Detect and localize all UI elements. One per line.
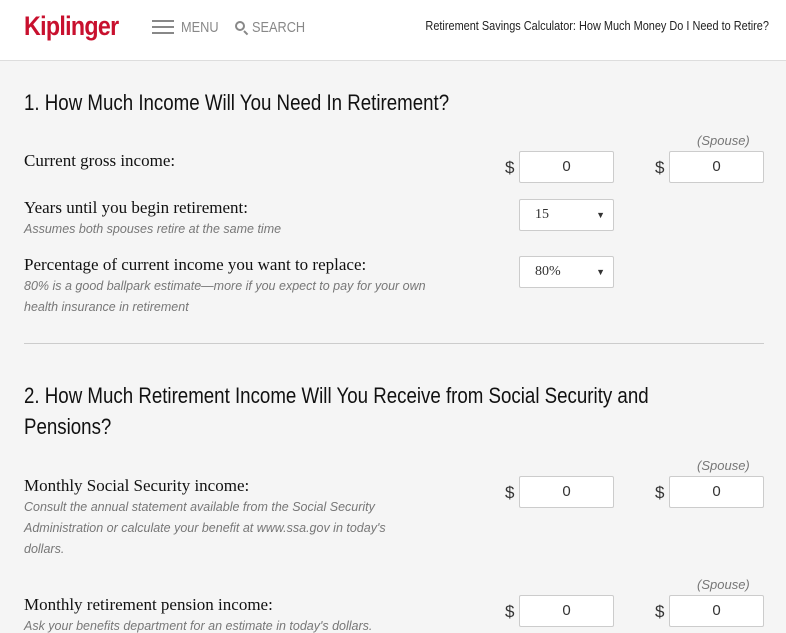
page-heading: Retirement Savings Calculator: How Much … — [425, 18, 769, 33]
pension-hint: Ask your benefits department for an esti… — [24, 619, 373, 633]
site-header: Kiplinger MENU SEARCH Retirement Savings… — [0, 0, 786, 61]
section-1-title: 1. How Much Income Will You Need In Reti… — [24, 90, 450, 115]
pension-input[interactable]: 0 — [519, 595, 614, 627]
currency-symbol: $ — [505, 483, 515, 502]
replacement-percentage-label: Percentage of current income you want to… — [24, 255, 367, 274]
years-hint: Assumes both spouses retire at the same … — [24, 222, 282, 236]
section-divider — [24, 343, 764, 344]
spouse-label: (Spouse) — [697, 133, 750, 148]
spouse-gross-income-input[interactable]: 0 — [669, 151, 764, 183]
gross-income-label: Current gross income: — [24, 151, 176, 170]
years-until-retirement-label: Years until you begin retirement: — [24, 198, 248, 217]
kiplinger-logo[interactable]: Kiplinger — [24, 11, 119, 42]
currency-symbol: $ — [505, 602, 515, 621]
currency-symbol: $ — [655, 158, 665, 177]
search-label: SEARCH — [252, 19, 306, 36]
menu-label: MENU — [181, 19, 219, 36]
spouse-pension-input[interactable]: 0 — [669, 595, 764, 627]
section-2-title-line-2: Pensions? — [24, 414, 112, 439]
hamburger-icon — [152, 20, 174, 35]
dropdown-arrow-icon: ▼ — [596, 210, 605, 220]
spouse-social-security-input[interactable]: 0 — [669, 476, 764, 508]
percentage-select[interactable]: 80% ▼ — [519, 256, 614, 288]
social-security-hint-line-1: Consult the annual statement available f… — [24, 500, 375, 514]
currency-symbol: $ — [655, 483, 665, 502]
gross-income-input[interactable]: 0 — [519, 151, 614, 183]
years-select[interactable]: 15 ▼ — [519, 199, 614, 231]
years-selected-value: 15 — [535, 207, 549, 222]
section-2-title-line-1: 2. How Much Retirement Income Will You R… — [24, 383, 649, 408]
social-security-label: Monthly Social Security income: — [24, 476, 250, 495]
social-security-hint-line-2: Administration or calculate your benefit… — [24, 521, 386, 535]
percentage-hint-line-1: 80% is a good ballpark estimate—more if … — [24, 279, 426, 293]
currency-symbol: $ — [655, 602, 665, 621]
pension-income-label: Monthly retirement pension income: — [24, 595, 273, 614]
menu-button[interactable]: MENU — [152, 19, 225, 36]
spouse-label: (Spouse) — [697, 577, 750, 592]
search-button[interactable]: SEARCH — [234, 19, 315, 36]
percentage-hint-line-2: health insurance in retirement — [24, 300, 189, 314]
social-security-hint-line-3: dollars. — [24, 542, 65, 556]
search-icon — [234, 20, 249, 36]
dropdown-arrow-icon: ▼ — [596, 267, 605, 277]
percentage-selected-value: 80% — [535, 264, 561, 279]
spouse-label: (Spouse) — [697, 458, 750, 473]
currency-symbol: $ — [505, 158, 515, 177]
social-security-input[interactable]: 0 — [519, 476, 614, 508]
